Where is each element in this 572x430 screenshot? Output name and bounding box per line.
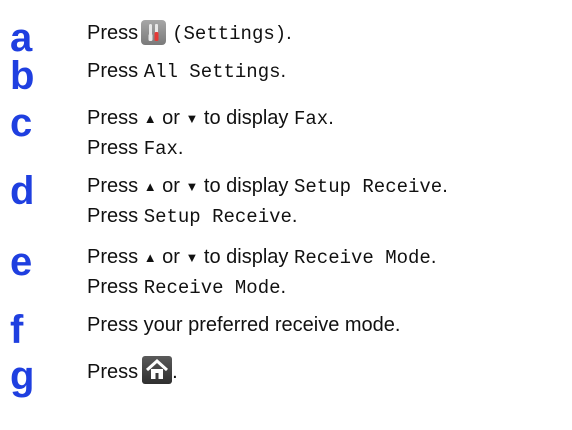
step-letter: a	[10, 16, 33, 60]
down-arrow-icon: ▼	[185, 111, 199, 126]
punctuation: .	[280, 60, 287, 82]
settings-icon[interactable]	[141, 20, 167, 45]
step-line: Press All Settings.	[87, 56, 286, 86]
step-text: or	[162, 175, 180, 197]
step-letter: g	[10, 354, 35, 398]
punctuation: .	[328, 107, 334, 129]
code-text: All Settings	[143, 61, 281, 83]
code-text: Fax	[293, 108, 329, 130]
code-text: Receive Mode	[293, 247, 431, 269]
step-letter: d	[10, 169, 35, 213]
step-text: to display	[203, 107, 289, 129]
step-line: Press (Settings).	[87, 18, 292, 48]
step-text: Press	[87, 60, 139, 82]
code-text: Setup Receive	[143, 206, 292, 228]
step-text: Press	[87, 276, 139, 298]
step-text: Press	[87, 175, 139, 197]
step-text: Press	[87, 361, 139, 383]
step-letter: e	[10, 240, 33, 284]
code-text: Fax	[143, 138, 178, 160]
code-text: Receive Mode	[143, 277, 281, 299]
step-text: Press	[87, 205, 139, 227]
step-text: Press	[87, 107, 139, 129]
step-letter: c	[10, 101, 33, 145]
punctuation: .	[442, 175, 448, 197]
step-line: Press Setup Receive.	[87, 201, 297, 231]
punctuation: .	[172, 361, 178, 383]
code-text: Setup Receive	[293, 176, 443, 198]
step-text: Press	[87, 137, 139, 159]
step-text: Press	[87, 22, 139, 44]
step-letter: f	[10, 308, 24, 352]
step-line: Press Receive Mode.	[87, 272, 286, 302]
step-line: Press your preferred receive mode.	[87, 310, 400, 340]
punctuation: .	[177, 137, 184, 159]
step-line: Press.	[87, 356, 178, 386]
punctuation: .	[280, 276, 287, 298]
step-text: to display	[203, 175, 289, 197]
step-line: Press ▲ or ▼ to display Receive Mode.	[87, 242, 436, 272]
step-text: or	[162, 246, 180, 268]
step-letter: b	[10, 54, 35, 98]
step-text: Press	[87, 246, 139, 268]
step-line: Press ▲ or ▼ to display Setup Receive.	[87, 171, 448, 201]
down-arrow-icon: ▼	[185, 250, 199, 265]
down-arrow-icon: ▼	[185, 179, 199, 194]
up-arrow-icon: ▲	[143, 111, 157, 126]
up-arrow-icon: ▲	[143, 250, 157, 265]
up-arrow-icon: ▲	[143, 179, 157, 194]
punctuation: .	[430, 246, 437, 268]
step-line: Press ▲ or ▼ to display Fax.	[87, 103, 334, 133]
home-icon[interactable]	[142, 356, 173, 384]
step-text: or	[162, 107, 180, 129]
punctuation: .	[286, 22, 292, 44]
code-text: (Settings)	[172, 23, 287, 45]
step-text: to display	[203, 246, 289, 268]
punctuation: .	[291, 205, 298, 227]
step-text: Press your preferred receive mode.	[87, 314, 401, 336]
step-line: Press Fax.	[87, 133, 183, 163]
